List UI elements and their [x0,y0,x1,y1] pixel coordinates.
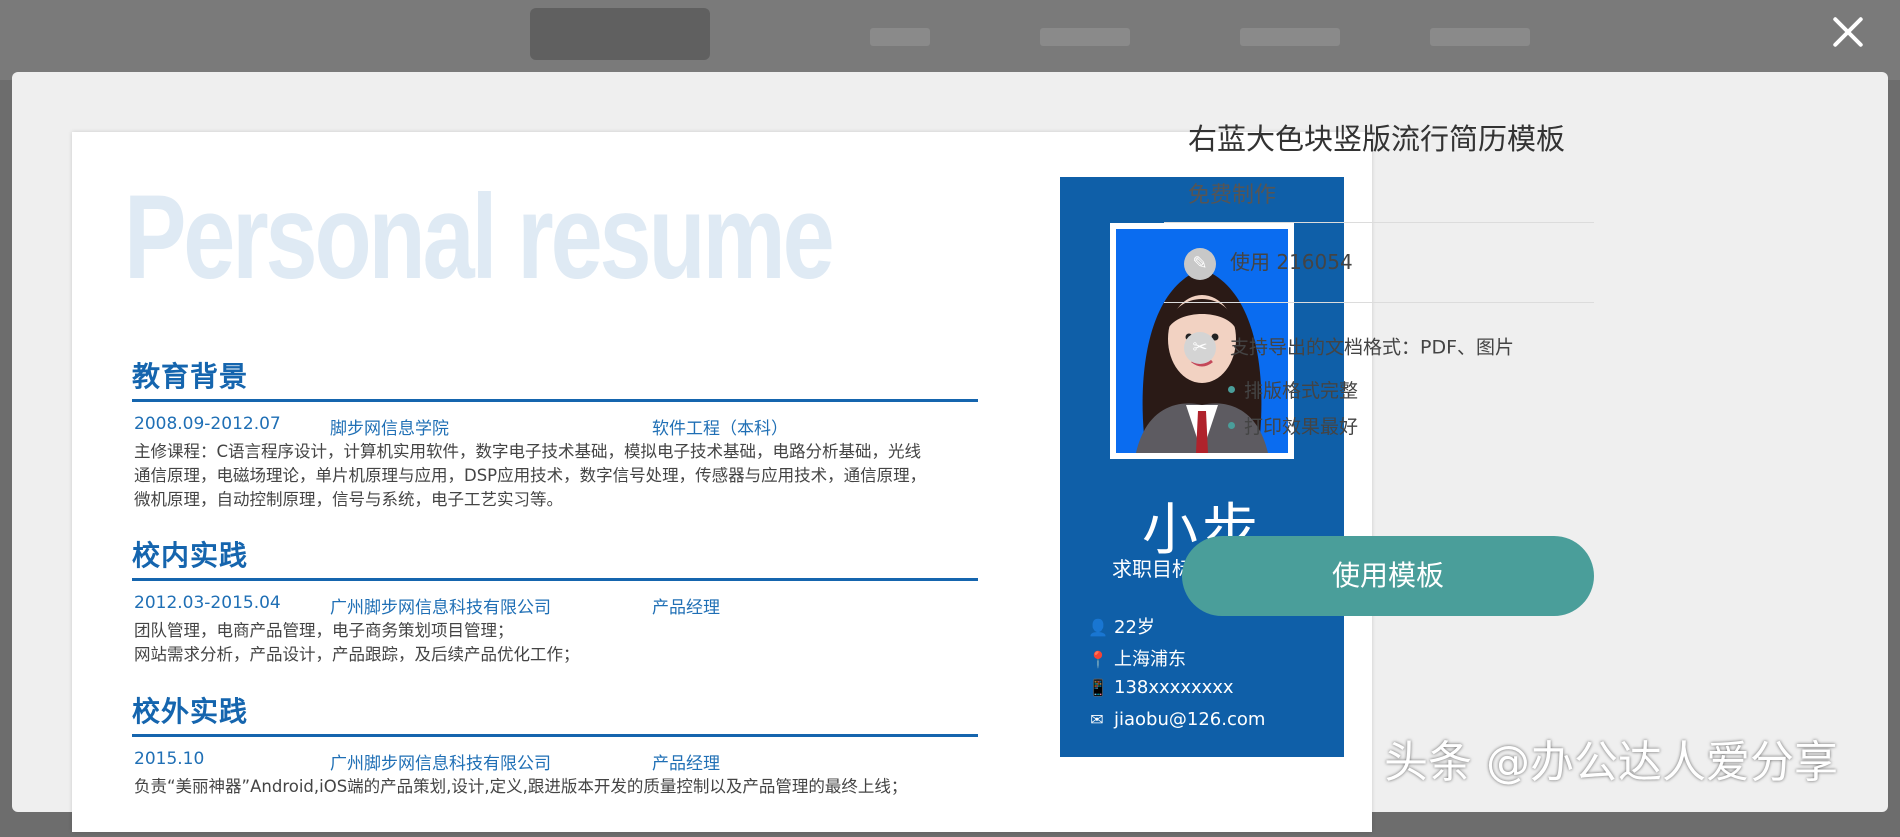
location-pin-icon: 📍 [1088,650,1108,669]
desc-line: 微机原理，自动控制原理，信号与系统，电子工艺实习等。 [134,490,563,509]
desc-line: 通信原理，电磁场理论，单片机原理与应用，DSP应用技术，数字信号处理，传感器与应… [134,466,927,485]
person-icon: 👤 [1088,618,1108,637]
resume-watermark: Personal resume [124,170,835,304]
section-campus-practice: 校内实践 2012.03-2015.04 广州脚步网信息科技有限公司 产品经理 … [132,534,992,667]
info-email: ✉ jiaobu@126.com [1088,709,1265,735]
divider [1164,302,1594,303]
feature-item: 排版格式完整 [1227,376,1358,403]
phone-icon: 📱 [1088,678,1108,697]
age-text: 22岁 [1114,617,1155,638]
use-template-button[interactable]: 使用模板 [1182,536,1594,616]
desc-line: 团队管理，电商产品管理，电子商务策划项目管理； [134,621,514,640]
background-navbar [0,0,1900,80]
section-title: 教育背景 [132,355,978,402]
info-age: 👤 22岁 [1088,613,1155,639]
template-title: 右蓝大色块竖版流行简历模板 [1188,122,1566,156]
background-nav-link [1430,28,1530,46]
entry-org: 脚步网信息学院 [330,419,449,439]
entry-header: 2008.09-2012.07 脚步网信息学院 软件工程（本科） [132,414,992,440]
tools-icon: ✂ [1184,332,1216,364]
section-title: 校内实践 [132,534,978,581]
credit-watermark: 头条 @办公达人爱分享 [1384,737,1838,788]
desc-line: 网站需求分析，产品设计，产品跟踪，及后续产品优化工作； [134,645,580,664]
background-nav-link [870,28,930,46]
location-text: 上海浦东 [1114,649,1186,670]
close-icon[interactable] [1826,10,1870,54]
export-formats-text: 支持导出的文档格式：PDF、图片 [1230,336,1515,359]
phone-text: 138xxxxxxxx [1114,677,1234,698]
entry-org: 广州脚步网信息科技有限公司 [330,598,551,618]
email-text: jiaobu@126.com [1114,709,1266,730]
info-phone: 📱 138xxxxxxxx [1088,677,1234,703]
desc-line: 负责“美丽神器”Android,iOS端的产品策划,设计,定义,跟进版本开发的质… [134,777,908,796]
export-formats: ✂ 支持导出的文档格式：PDF、图片 [1184,332,1514,364]
resume-page: Personal resume 教育背景 2008.09-2012.07 脚步网… [94,177,1348,837]
entry-date: 2012.03-2015.04 [134,593,281,613]
entry-date: 2015.10 [134,749,205,769]
entry-header: 2012.03-2015.04 广州脚步网信息科技有限公司 产品经理 [132,593,992,619]
mail-icon: ✉ [1090,710,1104,729]
background-nav-link [1240,28,1340,46]
entry-header: 2015.10 广州脚步网信息科技有限公司 产品经理 [132,749,992,775]
background-logo [530,8,710,60]
entry-description: 团队管理，电商产品管理，电子商务策划项目管理； 网站需求分析，产品设计，产品跟踪… [132,619,1004,667]
background-nav-link [1040,28,1130,46]
entry-role: 软件工程（本科） [652,419,788,439]
entry-description: 主修课程：C语言程序设计，计算机实用软件，数字电子技术基础，模拟电子技术基础，电… [132,440,1004,512]
feature-item: 打印效果最好 [1227,412,1358,439]
desc-line: 主修课程：C语言程序设计，计算机实用软件，数字电子技术基础，模拟电子技术基础，电… [134,442,922,461]
template-preview-modal: Personal resume 教育背景 2008.09-2012.07 脚步网… [12,72,1888,832]
pencil-icon: ✎ [1184,247,1216,280]
entry-org: 广州脚步网信息科技有限公司 [330,754,551,774]
section-external-practice: 校外实践 2015.10 广州脚步网信息科技有限公司 产品经理 负责“美丽神器”… [132,690,992,799]
entry-role: 产品经理 [652,754,720,774]
usage-count-text: 使用 216054 [1230,250,1353,274]
entry-role: 产品经理 [652,598,720,618]
divider [1164,222,1594,223]
price-label: 免费制作 [1188,183,1277,208]
entry-date: 2008.09-2012.07 [134,414,281,434]
info-location: 📍 上海浦东 [1088,645,1186,671]
entry-description: 负责“美丽神器”Android,iOS端的产品策划,设计,定义,跟进版本开发的质… [132,775,1004,799]
usage-count: ✎ 使用 216054 [1184,246,1353,280]
section-title: 校外实践 [132,690,978,737]
resume-preview: Personal resume 教育背景 2008.09-2012.07 脚步网… [72,132,1372,832]
section-education: 教育背景 2008.09-2012.07 脚步网信息学院 软件工程（本科） 主修… [132,355,992,512]
